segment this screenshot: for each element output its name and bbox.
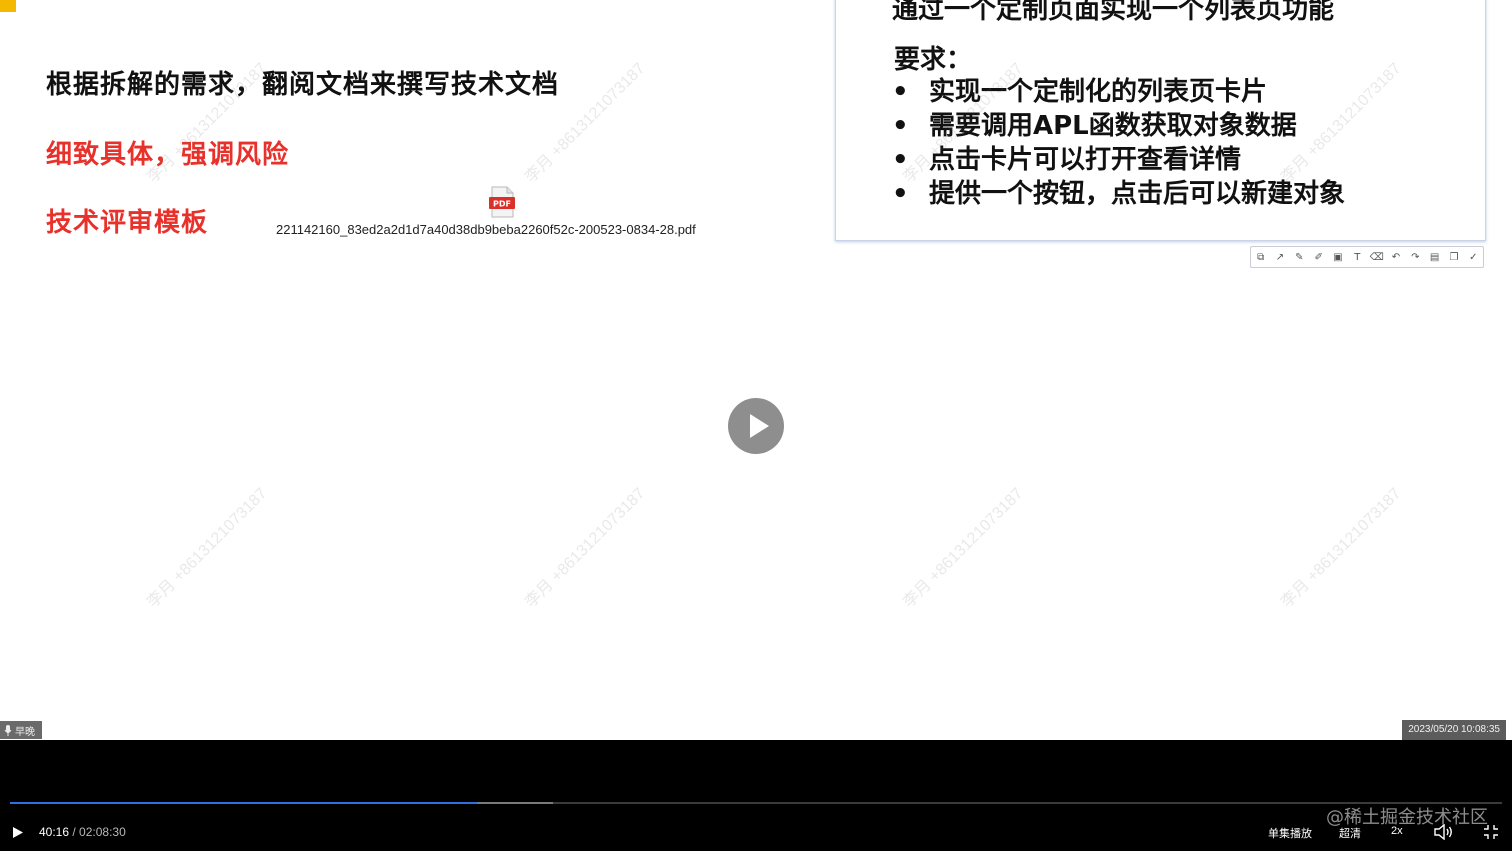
single-play-toggle[interactable]: 单集播放 [1268,825,1312,841]
exit-fullscreen-icon[interactable] [1484,825,1498,839]
annotation-toolbar: ⧉ ↗ ✎ ✐ ▣ T ⌫ ↶ ↷ ▤ ❐ ✓ [1250,246,1484,268]
speed-selector[interactable]: 2x [1391,825,1403,837]
play-icon [749,414,769,438]
bullet: • [892,77,909,107]
center-play-button[interactable] [728,398,784,454]
requirement-text: 点击卡片可以打开查看详情 [929,145,1242,175]
text-icon[interactable]: T [1350,252,1364,263]
confirm-icon[interactable]: ✓ [1466,252,1480,263]
video-frame[interactable]: 根据拆解的需求，翻阅文档来撰写技术文档 细致具体，强调风险 技术评审模板 PDF… [0,0,1512,740]
watermark: 李月 +8613121073187 [522,485,649,612]
requirement-text: 提供一个按钮，点击后可以新建对象 [929,179,1346,209]
requirements-card: 通过一个定制页面实现一个列表页功能 要求： • 实现一个定制化的列表页卡片 • 需要… [835,0,1486,241]
mosaic-icon[interactable]: ▣ [1331,252,1345,263]
requirements-title: 要求： [894,45,973,75]
card-top-text: 通过一个定制页面实现一个列表页功能 [892,0,1335,25]
current-time: 40:16 [39,825,70,839]
microphone-icon [4,724,12,736]
pdf-filename[interactable]: 221142160_83ed2a2d1d7a40d38db9beba2260f5… [276,222,696,237]
redo-icon[interactable]: ↷ [1408,252,1422,263]
volume-icon[interactable] [1434,824,1454,840]
play-pause-button[interactable] [12,826,24,839]
watermark: 李月 +8613121073187 [144,485,271,612]
watermark: 李月 +8613121073187 [1278,485,1405,612]
requirement-item: • 实现一个定制化的列表页卡片 [892,75,1345,109]
save-icon[interactable]: ▤ [1428,252,1442,263]
time-separator: / [69,825,80,839]
time-display: 40:16 / 02:08:30 [39,825,126,839]
pen-icon[interactable]: ✎ [1292,252,1306,263]
recording-timestamp: 2023/05/20 10:08:35 [1402,720,1506,740]
mic-label: 早晚 [15,726,35,738]
pdf-icon-label: PDF [493,200,511,209]
crop-icon[interactable]: ⧉ [1254,252,1268,263]
corner-tab [0,0,16,12]
mic-badge: 早晚 [0,721,42,739]
requirement-item: • 提供一个按钮，点击后可以新建对象 [892,177,1345,211]
eraser-icon[interactable]: ⌫ [1370,252,1384,263]
progress-played-bar [10,802,477,804]
bullet: • [892,111,909,141]
slide-heading: 根据拆解的需求，翻阅文档来撰写技术文档 [46,70,560,100]
line-icon[interactable]: ↗ [1273,252,1287,263]
quality-selector[interactable]: 超清 [1339,825,1361,841]
copy-icon[interactable]: ❐ [1447,252,1461,263]
highlighter-icon[interactable]: ✐ [1312,252,1326,263]
progress-track[interactable] [10,802,1502,804]
requirements-list: • 实现一个定制化的列表页卡片 • 需要调用APL函数获取对象数据 • 点击卡片可以打… [892,75,1345,211]
watermark: 李月 +8613121073187 [900,485,1027,612]
slide-template-line: 技术评审模板 [46,208,209,238]
undo-icon[interactable]: ↶ [1389,252,1403,263]
pdf-file-icon[interactable]: PDF [488,186,516,218]
player-controls: 40:16 / 02:08:30 @稀土掘金技术社区 单集播放 超清 2x [0,740,1512,851]
total-duration: 02:08:30 [79,825,126,839]
